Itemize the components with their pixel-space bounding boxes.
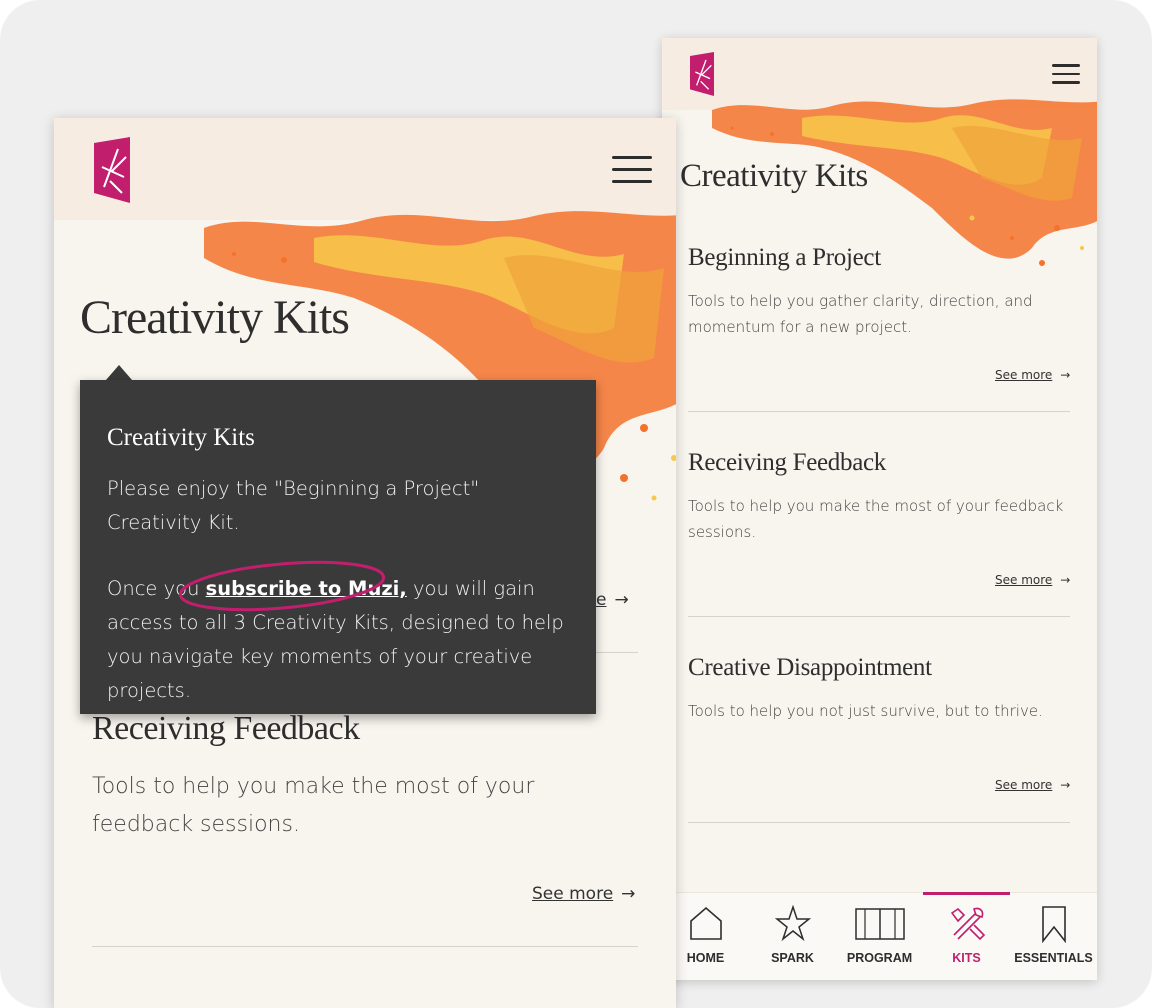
subscribe-link[interactable]: subscribe to Muzi, [206,577,407,600]
bookmark-icon [1041,906,1066,943]
kit-title: Receiving Feedback [688,449,886,476]
hamburger-menu-icon[interactable] [612,156,652,184]
kit-description: Tools to help you gather clarity, direct… [688,292,1033,336]
see-more-link[interactable]: See more → [995,368,1097,382]
tab-label: ESSENTIALS [1014,951,1093,965]
arrow-right-icon: → [614,590,629,610]
tooltip-paragraph: Once you subscribe to Muzi, you will gai… [107,572,577,708]
kit-card[interactable]: Creative Disappointment Tools to help yo… [688,654,1068,724]
arrow-right-icon: → [1060,368,1071,382]
tab-essentials[interactable]: ESSENTIALS [1010,893,1097,980]
see-more-link[interactable]: See more → [532,884,635,904]
info-tooltip: Creativity Kits Please enjoy the "Beginn… [80,380,596,714]
kit-card[interactable]: Receiving Feedback Tools to help you mak… [688,449,1068,545]
tab-kits[interactable]: KITS [923,893,1010,980]
kit-description: Tools to help you not just survive, but … [688,702,1043,720]
kit-title: Beginning a Project [688,244,881,271]
tooltip-caret [106,365,132,380]
divider [688,616,1070,617]
tooltip-paragraph: Please enjoy the "Beginning a Project" C… [107,477,480,534]
muzi-logo-icon[interactable] [688,52,716,96]
muzi-logo-icon[interactable] [92,137,132,203]
arrow-right-icon: → [621,884,636,904]
divider [688,411,1070,412]
kit-card[interactable]: Receiving Feedback Tools to help you mak… [92,710,612,844]
bottom-tab-bar: HOME SPARK PROGRAM KITS ESSENTIALS [662,892,1097,980]
tab-program[interactable]: PROGRAM [836,893,923,980]
hamburger-menu-icon[interactable] [1052,64,1080,84]
page-title: Creativity Kits [80,291,350,344]
tooltip-title: Creativity Kits [107,424,255,451]
see-more-link[interactable]: See more → [995,778,1097,792]
kit-title: Receiving Feedback [92,710,360,747]
kit-description: Tools to help you make the most of your … [92,774,535,837]
see-more-link[interactable]: e → [596,590,629,610]
canvas: Creativity Kits Beginning a Project Tool… [0,0,1152,1008]
kit-description: Tools to help you make the most of your … [688,497,1064,541]
see-more-link[interactable]: See more → [995,573,1097,587]
book-icon [854,908,905,940]
arrow-right-icon: → [1060,573,1071,587]
phone-screen-kits-list: Creativity Kits Beginning a Project Tool… [662,38,1097,980]
tab-label: PROGRAM [846,951,913,965]
divider [92,946,638,947]
divider [688,822,1070,823]
kit-title: Creative Disappointment [688,654,932,681]
star-icon [774,905,811,941]
tab-label: SPARK [771,951,814,965]
page-title: Creativity Kits [680,158,868,194]
arrow-right-icon: → [1060,778,1071,792]
tooltip-text: Once you [107,577,206,600]
tools-icon [950,907,985,941]
home-icon [689,906,722,940]
tab-label: KITS [952,951,981,965]
kit-card[interactable]: Beginning a Project Tools to help you ga… [688,244,1068,340]
tab-spark[interactable]: SPARK [749,893,836,980]
